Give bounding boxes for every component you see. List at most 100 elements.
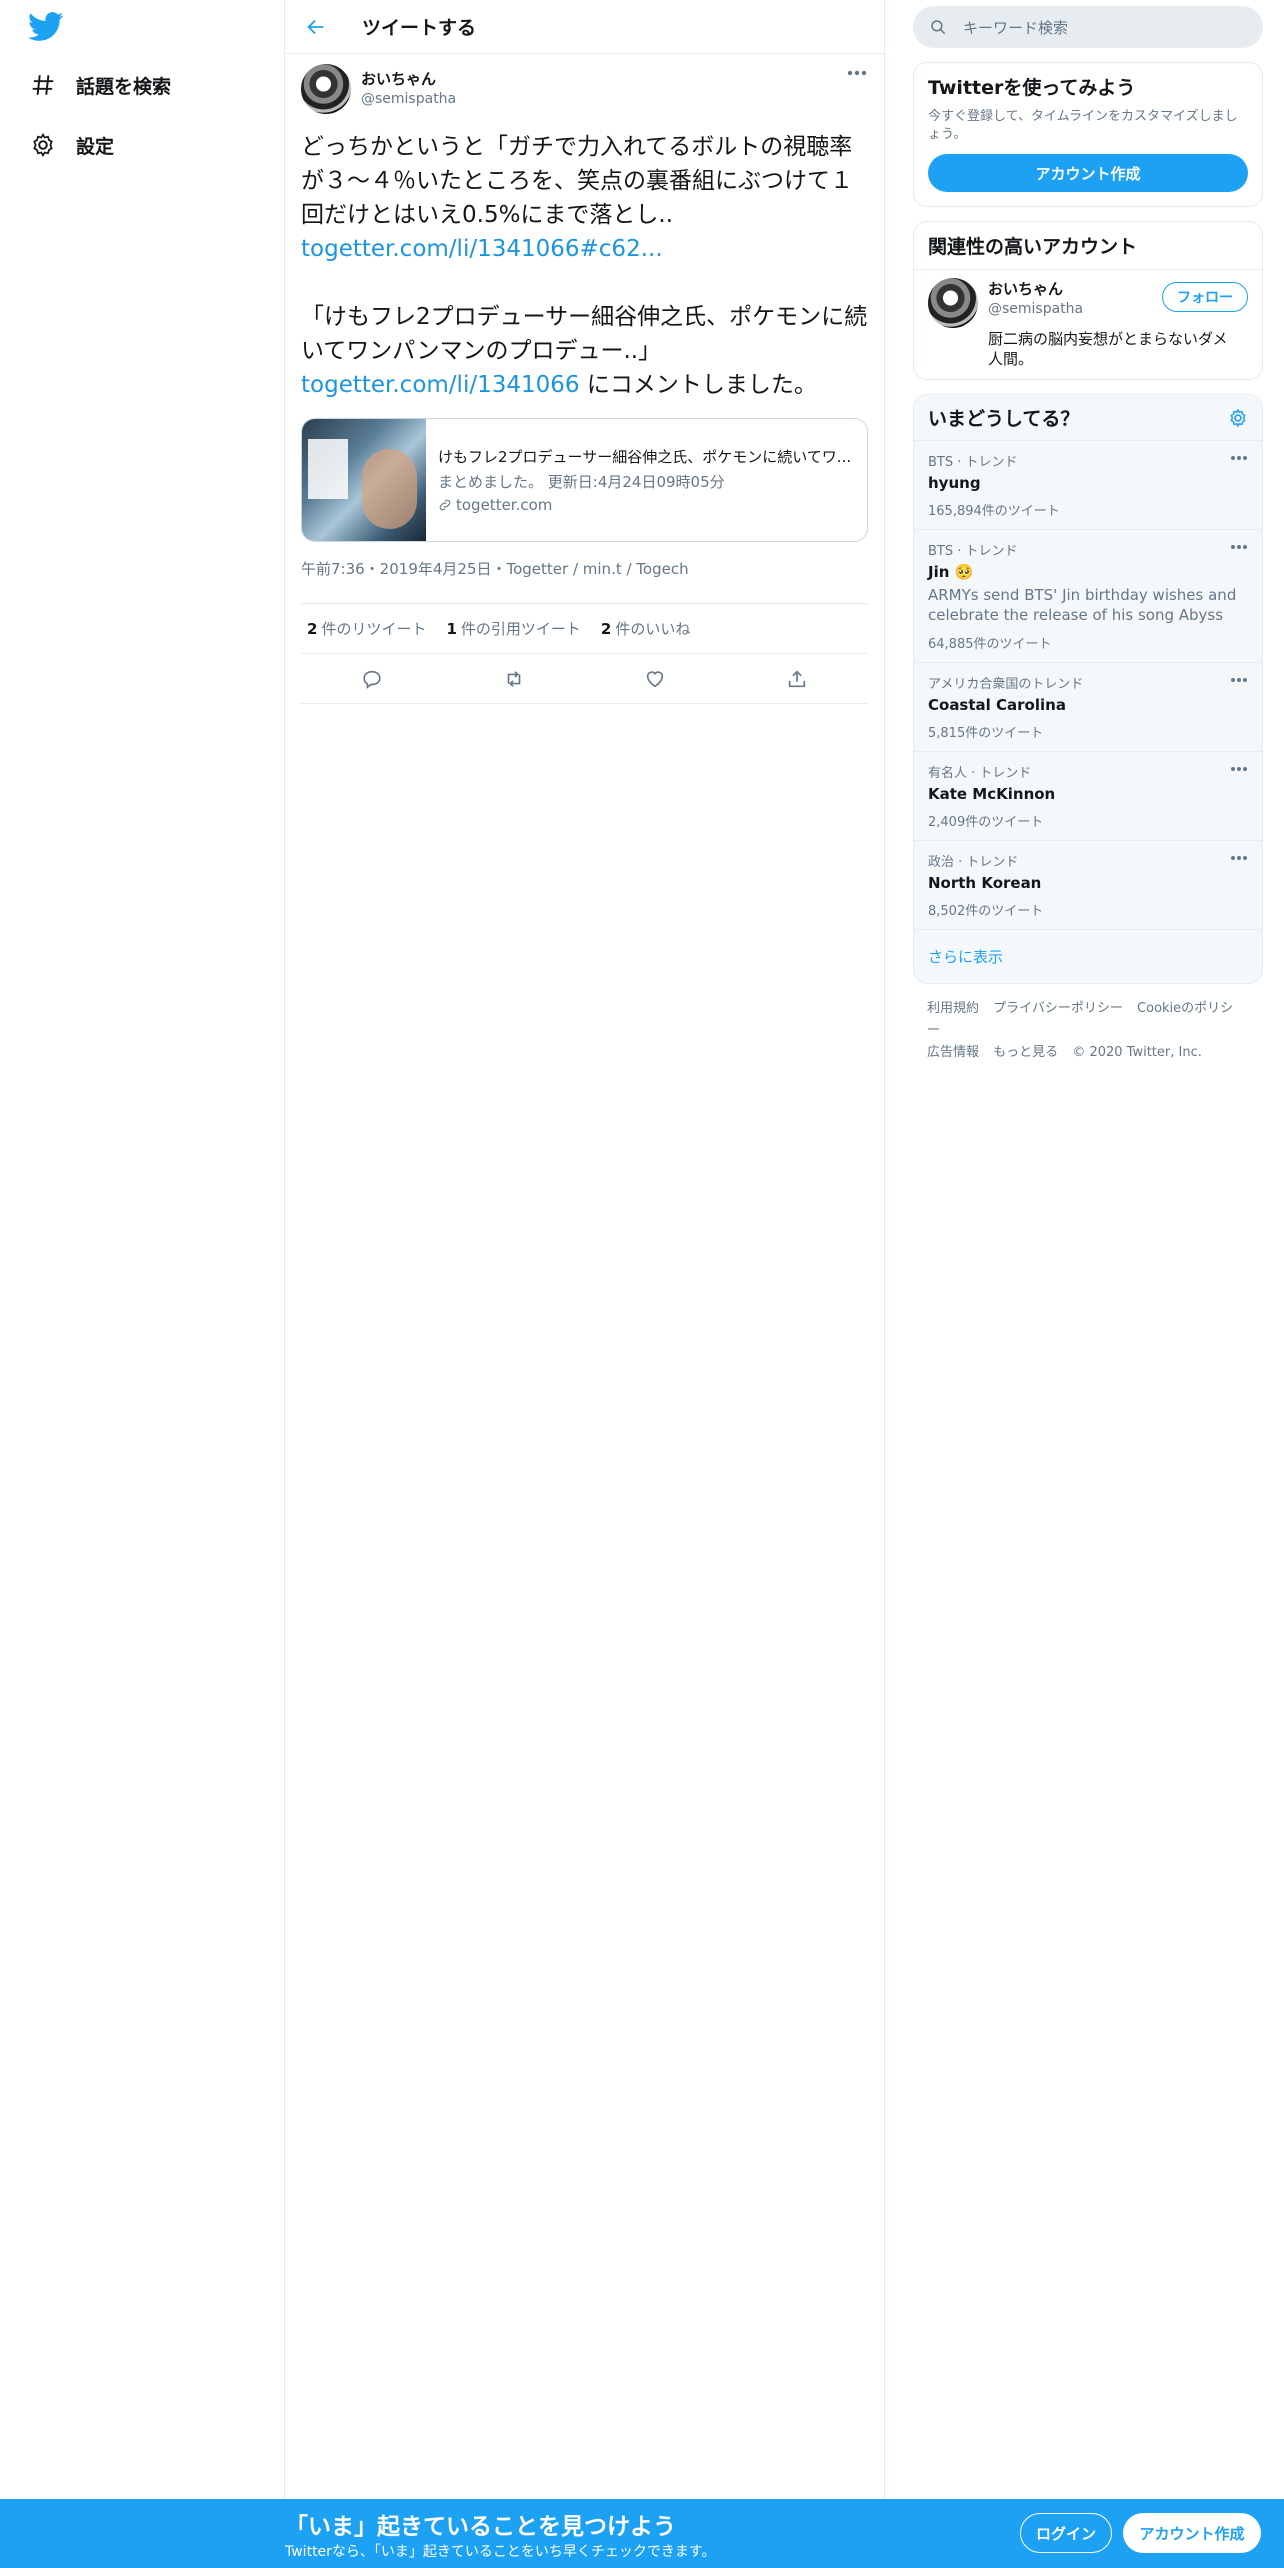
more-options-icon[interactable]	[1230, 455, 1248, 461]
trend-count: 8,502件のツイート	[928, 904, 1044, 919]
signup-title: Twitterを使ってみよう	[928, 77, 1136, 99]
retweets-stat[interactable]: 2 件のリツイート	[307, 618, 426, 639]
main-column: ツイートする おいちゃん @semispatha どっちかというと「ガチで力入れ…	[285, 0, 885, 2568]
likes-label: 件のいいね	[615, 620, 691, 638]
back-arrow-icon[interactable]	[305, 16, 327, 38]
retweet-icon[interactable]	[503, 668, 525, 690]
page-header: ツイートする	[285, 0, 884, 54]
reply-icon[interactable]	[361, 668, 383, 690]
tweet-link-1[interactable]: togetter.com/li/1341066#c62...	[301, 236, 663, 262]
avatar[interactable]	[301, 64, 351, 114]
trend-item[interactable]: 政治 · トレンド North Korean 8,502件のツイート	[914, 841, 1262, 930]
more-options-icon[interactable]	[1230, 544, 1248, 550]
card-title: けもフレ2プロデューサー細谷伸之氏、ポケモンに続いてワ...	[438, 448, 852, 466]
trends-title: いまどうしてる？	[928, 408, 1080, 430]
trend-count: 2,409件のツイート	[928, 815, 1044, 830]
settings-gear-icon[interactable]	[1228, 408, 1248, 428]
retweets-label: 件のリツイート	[321, 620, 427, 638]
show-more-link[interactable]: さらに表示	[914, 930, 1262, 983]
footer-links: 利用規約 プライバシーポリシー Cookieのポリシー 広告情報 もっと見る ©…	[913, 984, 1263, 1078]
footer-ads-link[interactable]: 広告情報	[927, 1045, 979, 1060]
bottom-bar-subtitle: Twitterなら、「いま」起きていることをいち早くチェックできます。	[285, 2544, 716, 2560]
create-account-button[interactable]: アカウント作成	[928, 154, 1248, 192]
related-user[interactable]: おいちゃん @semispatha 厨二病の脳内妄想がとまらないダメ人間。 フォ…	[914, 270, 1262, 379]
trend-count: 165,894件のツイート	[928, 504, 1060, 519]
footer-privacy-link[interactable]: プライバシーポリシー	[993, 1001, 1123, 1016]
card-body: けもフレ2プロデューサー細谷伸之氏、ポケモンに続いてワ... まとめました。 更…	[426, 419, 867, 541]
trend-item[interactable]: 有名人 · トレンド Kate McKinnon 2,409件のツイート	[914, 752, 1262, 841]
tweet-detail: おいちゃん @semispatha どっちかというと「ガチで力入れてるボルトの視…	[285, 54, 884, 704]
tweet-text: どっちかというと「ガチで力入れてるボルトの視聴率が３～４％いたところを、笑点の裏…	[301, 130, 868, 402]
nav-explore[interactable]: 話題を検索	[30, 65, 171, 105]
signup-bottom-bar: 「いま」起きていることを見つけよう Twitterなら、「いま」起きていることを…	[0, 2499, 1284, 2568]
like-heart-icon[interactable]	[644, 668, 666, 690]
share-icon[interactable]	[786, 668, 808, 690]
more-options-icon[interactable]	[1230, 677, 1248, 683]
footer-terms-link[interactable]: 利用規約	[927, 1001, 979, 1016]
follow-button[interactable]: フォロー	[1162, 282, 1248, 312]
likes-stat[interactable]: 2 件のいいね	[601, 618, 690, 639]
card-domain: togetter.com	[438, 496, 858, 514]
trend-item[interactable]: BTS · トレンド Jin 🥺 ARMYs send BTS' Jin bir…	[914, 530, 1262, 663]
nav-explore-label: 話題を検索	[76, 75, 172, 98]
signup-button[interactable]: アカウント作成	[1123, 2513, 1261, 2553]
tweet-metadata: 午前7:36・2019年4月25日・Togetter / min.t / Tog…	[301, 558, 868, 604]
left-navigation: 話題を検索 設定	[0, 0, 285, 2568]
tweet-author: おいちゃん @semispatha	[301, 64, 868, 120]
likes-count: 2	[600, 620, 612, 638]
link-icon	[439, 499, 451, 511]
trend-count: 64,885件のツイート	[928, 637, 1052, 652]
author-handle[interactable]: @semispatha	[361, 91, 456, 107]
signup-panel: Twitterを使ってみよう 今すぐ登録して、タイムラインをカスタマイズしましょ…	[913, 62, 1263, 207]
trend-name: Jin 🥺	[928, 563, 974, 581]
card-domain-text: togetter.com	[456, 496, 553, 514]
tweet-stats: 2 件のリツイート 1 件の引用ツイート 2 件のいいね	[301, 604, 868, 654]
trend-count: 5,815件のツイート	[928, 726, 1044, 741]
trend-description: ARMYs send BTS' Jin birthday wishes and …	[928, 586, 1237, 624]
search-input[interactable]: キーワード検索	[913, 6, 1263, 48]
footer-more-link[interactable]: もっと見る	[993, 1045, 1058, 1060]
more-options-icon[interactable]	[1230, 855, 1248, 861]
trends-panel: いまどうしてる？ BTS · トレンド hyung 165,894件のツイート …	[913, 394, 1263, 984]
search-placeholder: キーワード検索	[963, 18, 1069, 37]
sidebar-right: キーワード検索 Twitterを使ってみよう 今すぐ登録して、タイムラインをカス…	[913, 0, 1263, 1078]
quotes-label: 件の引用ツイート	[460, 620, 581, 638]
login-button[interactable]: ログイン	[1020, 2513, 1112, 2553]
tweet-actions	[301, 654, 868, 704]
link-card[interactable]: けもフレ2プロデューサー細谷伸之氏、ポケモンに続いてワ... まとめました。 更…	[301, 418, 868, 542]
tweet-text-part3: にコメントしました。	[579, 372, 817, 398]
trend-item[interactable]: BTS · トレンド hyung 165,894件のツイート	[914, 441, 1262, 530]
hashtag-icon	[32, 75, 54, 95]
related-title: 関連性の高いアカウント	[914, 222, 1262, 270]
trends-header: いまどうしてる？	[914, 395, 1262, 441]
tweet-link-2[interactable]: togetter.com/li/1341066	[301, 372, 580, 398]
author-name[interactable]: おいちゃん	[361, 68, 456, 89]
retweets-count: 2	[307, 620, 318, 638]
trend-name: hyung	[928, 474, 981, 492]
twitter-bird-icon[interactable]	[28, 12, 64, 42]
trend-context: BTS · トレンド	[928, 455, 1018, 470]
gear-icon	[33, 133, 53, 157]
trend-item[interactable]: アメリカ合衆国のトレンド Coastal Carolina 5,815件のツイー…	[914, 663, 1262, 752]
trend-context: アメリカ合衆国のトレンド	[928, 677, 1084, 692]
nav-settings-label: 設定	[76, 135, 115, 158]
card-thumbnail	[302, 419, 426, 541]
trend-context: 有名人 · トレンド	[928, 766, 1032, 781]
bottom-bar-title: 「いま」起きていることを見つけよう	[285, 2514, 676, 2540]
more-options-icon[interactable]	[1230, 766, 1248, 772]
signup-subtitle: 今すぐ登録して、タイムラインをカスタマイズしましょう。	[928, 109, 1238, 142]
author-names: おいちゃん @semispatha	[361, 68, 456, 107]
related-user-bio: 厨二病の脳内妄想がとまらないダメ人間。	[988, 330, 1228, 368]
more-options-icon[interactable]	[846, 68, 868, 78]
tweet-text-part2: 「けもフレ2プロデューサー細谷伸之氏、ポケモンに続いてワンパンマンのプロデュー.…	[301, 304, 868, 364]
search-icon	[931, 20, 946, 35]
trend-context: 政治 · トレンド	[928, 855, 1019, 870]
tweet-text-part1: どっちかというと「ガチで力入れてるボルトの視聴率が３～４％いたところを、笑点の裏…	[301, 134, 853, 228]
trend-context: BTS · トレンド	[928, 544, 1018, 559]
footer-copyright: © 2020 Twitter, Inc.	[1072, 1045, 1202, 1060]
avatar[interactable]	[928, 278, 978, 328]
quotes-stat[interactable]: 1 件の引用ツイート	[446, 618, 580, 639]
trend-name: Kate McKinnon	[928, 785, 1056, 803]
quotes-count: 1	[446, 620, 457, 638]
nav-settings[interactable]: 設定	[30, 125, 114, 165]
